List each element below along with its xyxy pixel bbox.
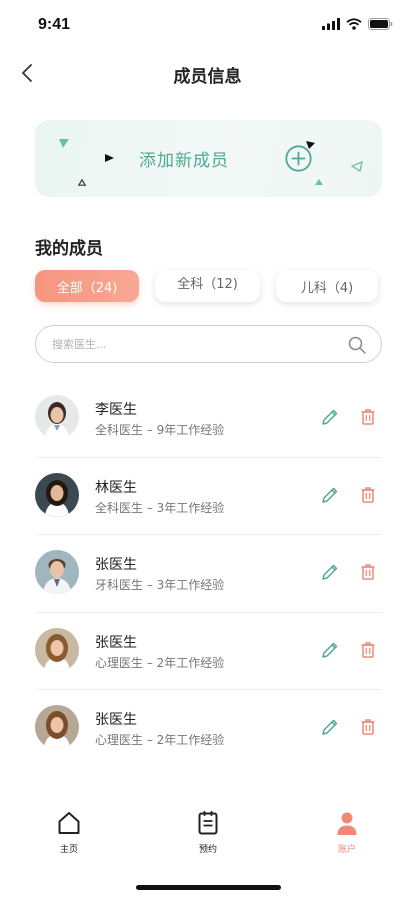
- member-name: 张医生: [95, 634, 137, 651]
- triangle-decoration: [105, 154, 114, 162]
- edit-icon[interactable]: [320, 407, 340, 427]
- triangle-decoration: [59, 139, 69, 148]
- delete-icon[interactable]: [358, 717, 378, 737]
- filter-chips: 全部（24) 全科（12) 儿科（4): [35, 270, 380, 310]
- edit-icon[interactable]: [320, 485, 340, 505]
- tab-appointments[interactable]: 预约: [173, 810, 243, 855]
- filter-chip-general[interactable]: 全科（12): [155, 270, 260, 302]
- tab-label: 预约: [198, 845, 217, 855]
- member-name: 林医生: [95, 479, 137, 496]
- wifi-icon: [346, 18, 362, 30]
- member-detail: 心理医生 – 2年工作经验: [95, 655, 225, 670]
- delete-icon[interactable]: [358, 562, 378, 582]
- battery-icon: [368, 18, 393, 30]
- avatar: [35, 705, 79, 749]
- edit-icon[interactable]: [320, 562, 340, 582]
- delete-icon[interactable]: [358, 640, 378, 660]
- section-title: 我的成员: [35, 239, 103, 259]
- add-member-label: 添加新成员: [139, 151, 229, 171]
- status-time: 9:41: [38, 16, 71, 33]
- member-name: 张医生: [95, 712, 137, 728]
- delete-icon[interactable]: [358, 407, 378, 427]
- member-detail: 心理医生 – 2年工作经验: [95, 733, 225, 747]
- edit-icon[interactable]: [320, 640, 340, 660]
- search-input[interactable]: [52, 334, 332, 354]
- member-list: 李医生 全科医生 – 9年工作经验 林医生 全科医生 – 3年工作经验 张医生 …: [35, 380, 382, 768]
- filter-chip-pediatrics[interactable]: 儿科（4): [276, 270, 378, 302]
- avatar: [35, 550, 79, 594]
- triangle-decoration: [78, 179, 86, 186]
- nav-bar: 成员信息: [0, 56, 415, 92]
- tab-home[interactable]: 主页: [34, 810, 104, 855]
- tab-account[interactable]: 账户: [312, 810, 382, 855]
- member-detail: 全科医生 – 9年工作经验: [95, 423, 225, 437]
- clipboard-icon: [198, 811, 218, 835]
- search-bar: [35, 325, 382, 363]
- member-row[interactable]: 李医生 全科医生 – 9年工作经验: [35, 380, 382, 458]
- member-row[interactable]: 林医生 全科医生 – 3年工作经验: [35, 458, 382, 535]
- avatar: [35, 472, 79, 517]
- member-detail: 牙科医生 – 3年工作经验: [95, 578, 225, 592]
- tab-bar: 主页 预约 账户: [0, 810, 415, 870]
- avatar: [35, 627, 79, 672]
- status-icons: [322, 18, 393, 30]
- page-title: 成员信息: [173, 67, 242, 87]
- user-icon: [337, 812, 357, 835]
- tab-label: 账户: [337, 845, 356, 855]
- signal-icon: [322, 18, 340, 30]
- tab-label: 主页: [59, 845, 78, 855]
- status-bar: 9:41: [0, 0, 415, 50]
- member-row[interactable]: 张医生 牙科医生 – 3年工作经验: [35, 535, 382, 613]
- delete-icon[interactable]: [358, 485, 378, 505]
- home-icon: [58, 812, 80, 834]
- edit-icon[interactable]: [320, 717, 340, 737]
- member-row[interactable]: 张医生 心理医生 – 2年工作经验: [35, 690, 382, 768]
- triangle-decoration: [351, 161, 363, 172]
- member-name: 李医生: [95, 402, 137, 418]
- home-indicator: [136, 885, 281, 890]
- plus-circle-icon[interactable]: [285, 145, 312, 172]
- triangle-decoration: [315, 179, 323, 185]
- avatar: [35, 395, 79, 439]
- filter-chip-all[interactable]: 全部（24): [35, 270, 139, 302]
- member-name: 张医生: [95, 557, 137, 573]
- add-member-card[interactable]: 添加新成员: [35, 120, 382, 197]
- member-detail: 全科医生 – 3年工作经验: [95, 500, 225, 515]
- member-row[interactable]: 张医生 心理医生 – 2年工作经验: [35, 613, 382, 690]
- search-icon[interactable]: [347, 335, 367, 355]
